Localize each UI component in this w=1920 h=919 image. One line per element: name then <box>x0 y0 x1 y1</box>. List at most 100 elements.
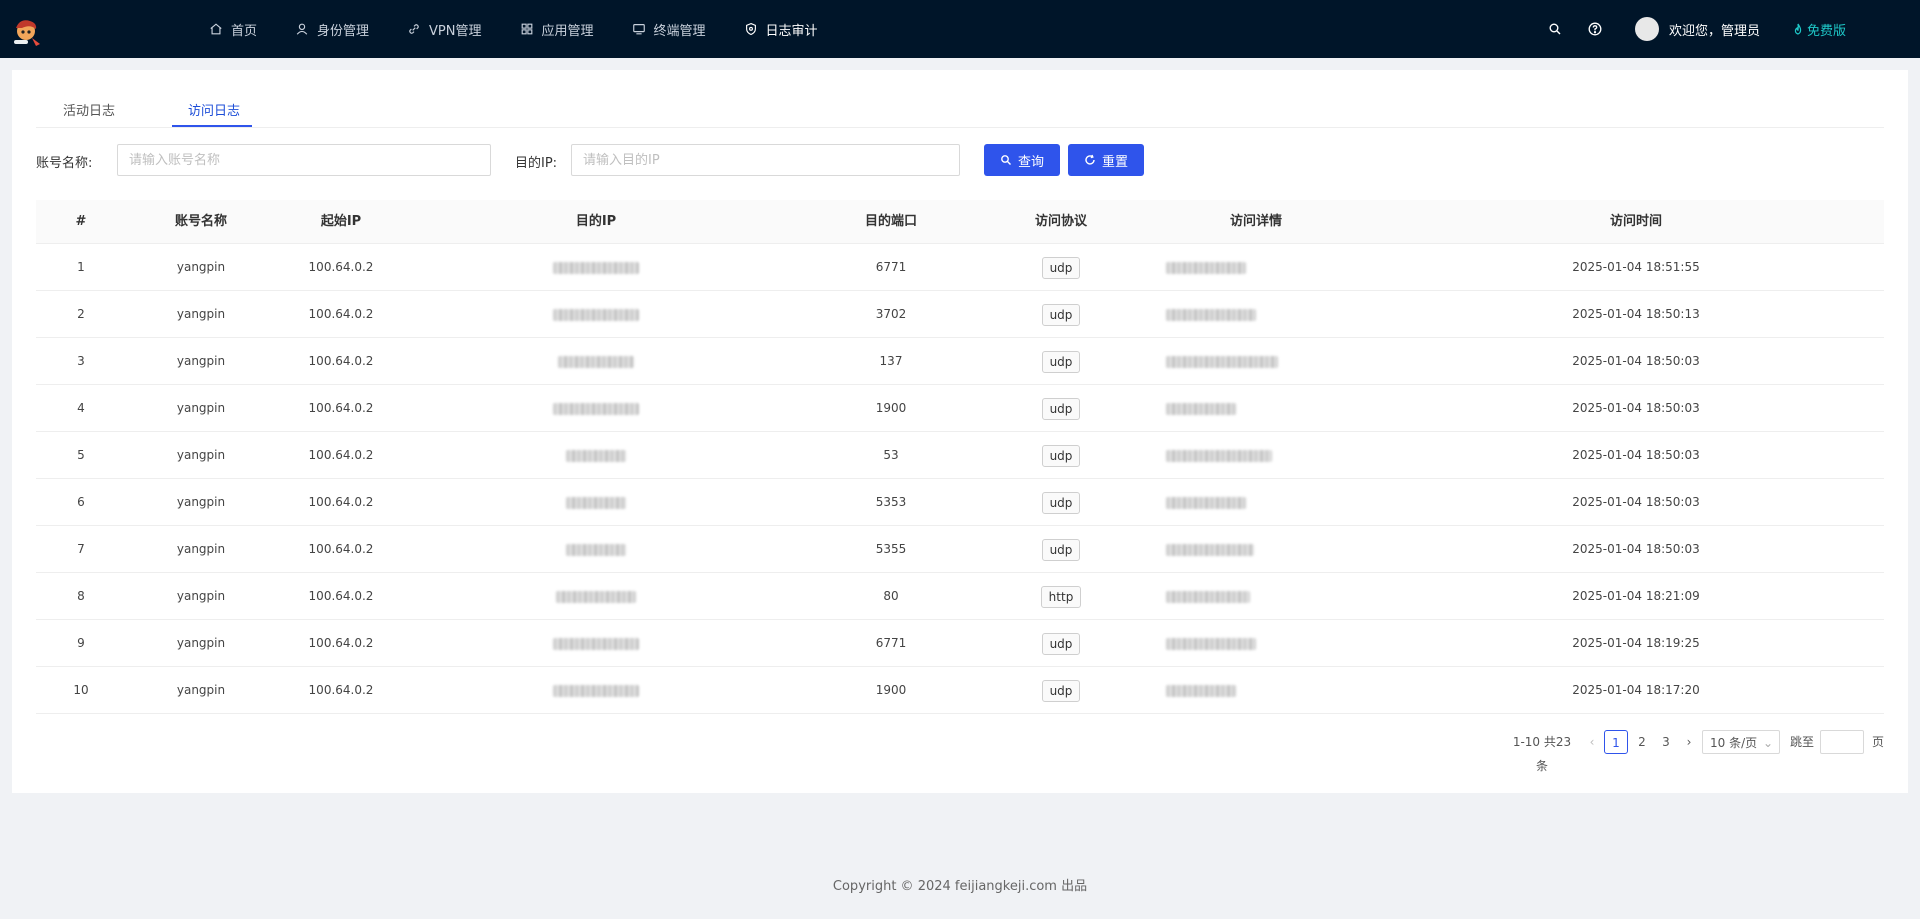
protocol-tag: http <box>1040 585 1082 608</box>
ip-label: 目的IP: <box>515 156 558 171</box>
cell-source-ip: 100.64.0.2 <box>308 589 374 603</box>
account-label: 账号名称: <box>36 156 93 171</box>
nav-item-vpn[interactable]: VPN管理 <box>388 0 500 58</box>
reset-button[interactable]: 重置 <box>1068 144 1144 176</box>
cell-access-detail <box>1146 291 1366 338</box>
protocol-tag: udp <box>1041 491 1081 514</box>
jump-page-input[interactable] <box>1820 730 1864 754</box>
nav-item-apps[interactable]: 应用管理 <box>501 0 613 58</box>
redacted-access-detail <box>1166 449 1272 462</box>
cell-source-ip: 100.64.0.2 <box>308 401 374 415</box>
cell-dest-port: 1900 <box>875 683 907 697</box>
redacted-access-detail <box>1166 496 1246 509</box>
cell-dest-ip <box>436 432 756 479</box>
page-2[interactable]: 2 <box>1632 730 1652 754</box>
table-row[interactable]: 3 yangpin 100.64.0.2 137 udp 2025-01-04 18:50… <box>36 338 1884 385</box>
nav-item-terminal[interactable]: 终端管理 <box>613 0 725 58</box>
table-row[interactable]: 10 yangpin 100.64.0.2 1900 udp 2025-01-04 18:… <box>36 667 1884 714</box>
cell-source-ip: 100.64.0.2 <box>308 354 374 368</box>
cell-account: yangpin <box>176 307 226 321</box>
cell-source-ip: 100.64.0.2 <box>308 542 374 556</box>
table-row[interactable]: 4 yangpin 100.64.0.2 1900 udp 2025-01-04 18:5… <box>36 385 1884 432</box>
cell-account: yangpin <box>176 636 226 650</box>
redacted-dest-ip <box>566 449 626 462</box>
cell-index: 3 <box>77 354 85 368</box>
nav-item-label: 日志审计 <box>765 23 818 39</box>
redacted-access-detail <box>1166 308 1256 321</box>
cell-dest-ip <box>436 244 756 291</box>
help-icon[interactable] <box>1587 21 1603 37</box>
cell-source-ip: 100.64.0.2 <box>308 495 374 509</box>
page-size-select[interactable]: 10 条/页 ⌄ <box>1702 730 1780 754</box>
page-3[interactable]: 3 <box>1656 730 1676 754</box>
prev-page-icon[interactable]: ‹ <box>1585 730 1599 754</box>
redacted-access-detail <box>1166 637 1256 650</box>
column-header: 访问详情 <box>1229 214 1282 229</box>
protocol-tag: udp <box>1041 397 1081 420</box>
cell-dest-ip <box>436 479 756 526</box>
nav-item-home[interactable]: 首页 <box>190 0 276 58</box>
cell-dest-port: 53 <box>883 448 899 462</box>
nav-item-identity[interactable]: 身份管理 <box>276 0 388 58</box>
cell-account: yangpin <box>176 401 226 415</box>
table-header: # 账号名称 起始IP 目的IP 目的端口 访问协议 访问详情 访问时间 <box>36 200 1884 244</box>
cell-dest-ip <box>436 573 756 620</box>
cell-source-ip: 100.64.0.2 <box>308 683 374 697</box>
redacted-access-detail <box>1166 261 1246 274</box>
cell-access-detail <box>1146 432 1366 479</box>
account-input[interactable] <box>117 144 491 176</box>
table-row[interactable]: 2 yangpin 100.64.0.2 3702 udp 2025-01-04 18:5… <box>36 291 1884 338</box>
cell-dest-port: 3702 <box>875 307 907 321</box>
user-menu[interactable]: 欢迎您，管理员 <box>1634 17 1760 41</box>
apps-icon <box>521 23 532 35</box>
plan-badge[interactable]: 免费版 <box>1792 20 1846 39</box>
cell-source-ip: 100.64.0.2 <box>308 307 374 321</box>
footer-copyright: Copyright © 2024 feijiangkeji.com 出品 <box>832 879 1088 894</box>
cell-source-ip: 100.64.0.2 <box>308 636 374 650</box>
cell-access-time: 2025-01-04 18:17:20 <box>1572 683 1700 697</box>
column-header: 起始IP <box>320 214 362 229</box>
nav-item-audit[interactable]: 日志审计 <box>725 0 837 58</box>
jump-label: 跳至 <box>1789 735 1814 749</box>
table-row[interactable]: 6 yangpin 100.64.0.2 5353 udp 2025-01-04 18:5… <box>36 479 1884 526</box>
table-row[interactable]: 5 yangpin 100.64.0.2 53 udp 2025-01-04 18:50:… <box>36 432 1884 479</box>
cell-dest-port: 80 <box>883 589 899 603</box>
next-page-icon[interactable]: › <box>1682 730 1696 754</box>
pagination-summary: 1-10 共23条 <box>1512 735 1572 773</box>
user-icon <box>296 23 308 35</box>
redacted-access-detail <box>1166 543 1254 556</box>
table-row[interactable]: 8 yangpin 100.64.0.2 80 http 2025-01-04 18:21… <box>36 573 1884 620</box>
search-button[interactable]: 查询 <box>984 144 1060 176</box>
cell-access-time: 2025-01-04 18:50:13 <box>1572 307 1700 321</box>
column-header: # <box>75 214 87 229</box>
page-1[interactable]: 1 <box>1604 730 1628 754</box>
table-row[interactable]: 9 yangpin 100.64.0.2 6771 udp 2025-01-04 18:1… <box>36 620 1884 667</box>
redacted-dest-ip <box>553 261 639 274</box>
cell-access-detail <box>1146 573 1366 620</box>
main-nav: 首页 身份管理 VPN管理 应用管理 终端管理 日志审计 <box>190 0 837 58</box>
cell-protocol: http <box>1016 573 1106 620</box>
cell-access-time: 2025-01-04 18:21:09 <box>1572 589 1700 603</box>
nav-item-label: 终端管理 <box>653 23 706 39</box>
chevron-down-icon: ⌄ <box>1762 736 1773 750</box>
cell-source-ip: 100.64.0.2 <box>308 448 374 462</box>
cell-dest-ip <box>436 526 756 573</box>
redacted-dest-ip <box>553 684 639 697</box>
redacted-access-detail <box>1166 355 1278 368</box>
tab-access-log[interactable]: 访问日志 <box>188 100 240 119</box>
cell-protocol: udp <box>1016 667 1106 714</box>
tab-activity-log[interactable]: 活动日志 <box>63 100 115 119</box>
protocol-tag: udp <box>1041 632 1081 655</box>
table-row[interactable]: 7 yangpin 100.64.0.2 5355 udp 2025-01-04 18:5… <box>36 526 1884 573</box>
cell-access-detail <box>1146 526 1366 573</box>
ip-input[interactable] <box>571 144 960 176</box>
search-icon <box>1001 155 1011 165</box>
protocol-tag: udp <box>1041 350 1081 373</box>
redacted-access-detail <box>1166 590 1250 603</box>
table-body: 1 yangpin 100.64.0.2 6771 udp 2025-01-04 18:5… <box>36 244 1884 714</box>
cell-account: yangpin <box>176 495 226 509</box>
search-icon[interactable] <box>1547 21 1563 37</box>
filter-bar: 账号名称: 目的IP: 查询 重置 <box>36 144 1884 176</box>
table-row[interactable]: 1 yangpin 100.64.0.2 6771 udp 2025-01-04 18:5… <box>36 244 1884 291</box>
cell-dest-port: 6771 <box>875 260 907 274</box>
